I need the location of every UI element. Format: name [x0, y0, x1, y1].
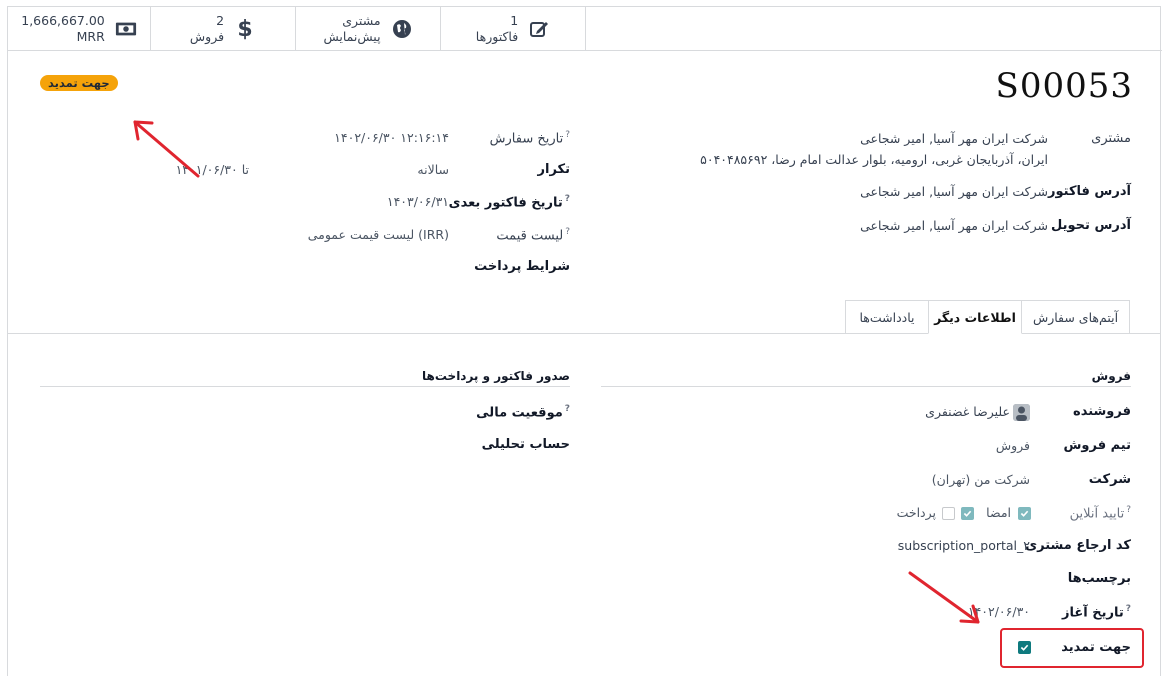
arrow-to-badge: [133, 120, 200, 178]
tab-other-info[interactable]: اطلاعات دیگر: [928, 300, 1022, 334]
arrow-to-renew: [908, 571, 980, 624]
annotation-arrows: [133, 120, 980, 624]
